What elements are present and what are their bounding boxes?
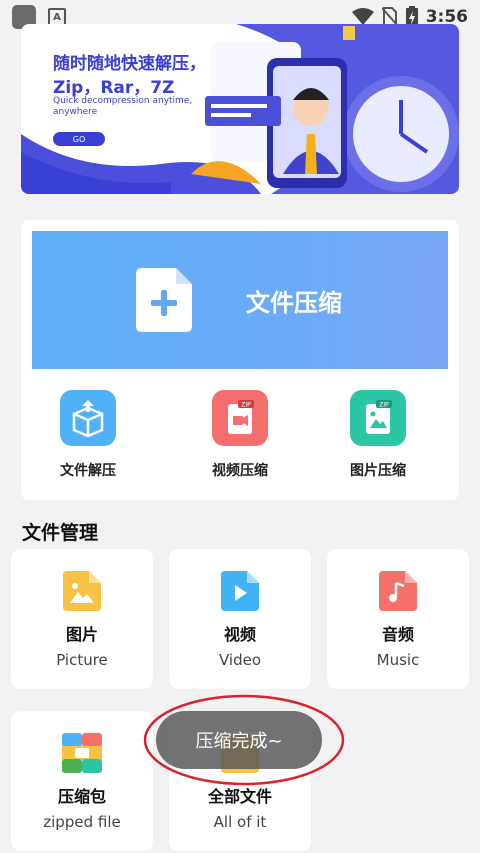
image-zip-icon: ZIP: [350, 390, 406, 446]
tile-all-files-en: All of it: [213, 813, 267, 831]
tile-video-cn: 视频: [223, 625, 256, 644]
tile-zipped-file-cn: 压缩包: [57, 787, 106, 806]
tile-all-files-cn: 全部文件: [207, 787, 272, 806]
file-compress-label: 文件压缩: [246, 289, 342, 317]
file-compress-button[interactable]: 文件压缩: [32, 231, 448, 369]
video-file-icon: [220, 571, 260, 611]
tile-picture-en: Picture: [56, 651, 108, 669]
tile-music-cn: 音频: [381, 625, 414, 644]
tile-video-en: Video: [218, 651, 262, 669]
tile-zipped-file-en: zipped file: [43, 813, 121, 831]
promo-banner[interactable]: 随时随地快速解压，Zip，Rar，7Z Quick decompression …: [21, 24, 459, 194]
tile-music[interactable]: 音频 Music: [327, 549, 469, 689]
music-file-icon: [378, 571, 418, 611]
tool-image-compress[interactable]: ZIP 图片压缩: [323, 390, 433, 490]
tool-unzip-label: 文件解压: [60, 463, 116, 479]
tile-picture-cn: 图片: [65, 625, 98, 644]
tools-card: 文件压缩 文件解压 ZIP 视频压缩 ZIP 图片压缩: [21, 220, 459, 500]
toast-message: 压缩完成~: [156, 711, 322, 769]
tool-video-compress-label: 视频压缩: [212, 463, 268, 479]
tile-picture[interactable]: 图片 Picture: [11, 549, 153, 689]
tile-zipped-file[interactable]: 压缩包 zipped file: [11, 711, 153, 851]
tool-video-compress[interactable]: ZIP 视频压缩: [185, 390, 295, 490]
tile-video[interactable]: 视频 Video: [169, 549, 311, 689]
file-management-title: 文件管理: [22, 522, 99, 544]
tool-image-compress-label: 图片压缩: [350, 463, 406, 479]
svg-text:ZIP: ZIP: [379, 402, 389, 409]
picture-file-icon: [62, 571, 102, 611]
banner-go-button[interactable]: GO: [53, 132, 105, 146]
tile-music-en: Music: [376, 651, 420, 669]
video-zip-icon: ZIP: [212, 390, 268, 446]
tool-unzip[interactable]: 文件解压: [33, 390, 143, 490]
banner-title: 随时随地快速解压，Zip，Rar，7Z: [53, 54, 206, 98]
zip-package-icon: [62, 733, 102, 773]
add-file-icon: [136, 268, 192, 332]
svg-text:ZIP: ZIP: [241, 402, 251, 409]
box-unzip-icon: [60, 390, 116, 446]
banner-subtitle: Quick decompression anytime, anywhere: [53, 96, 193, 117]
